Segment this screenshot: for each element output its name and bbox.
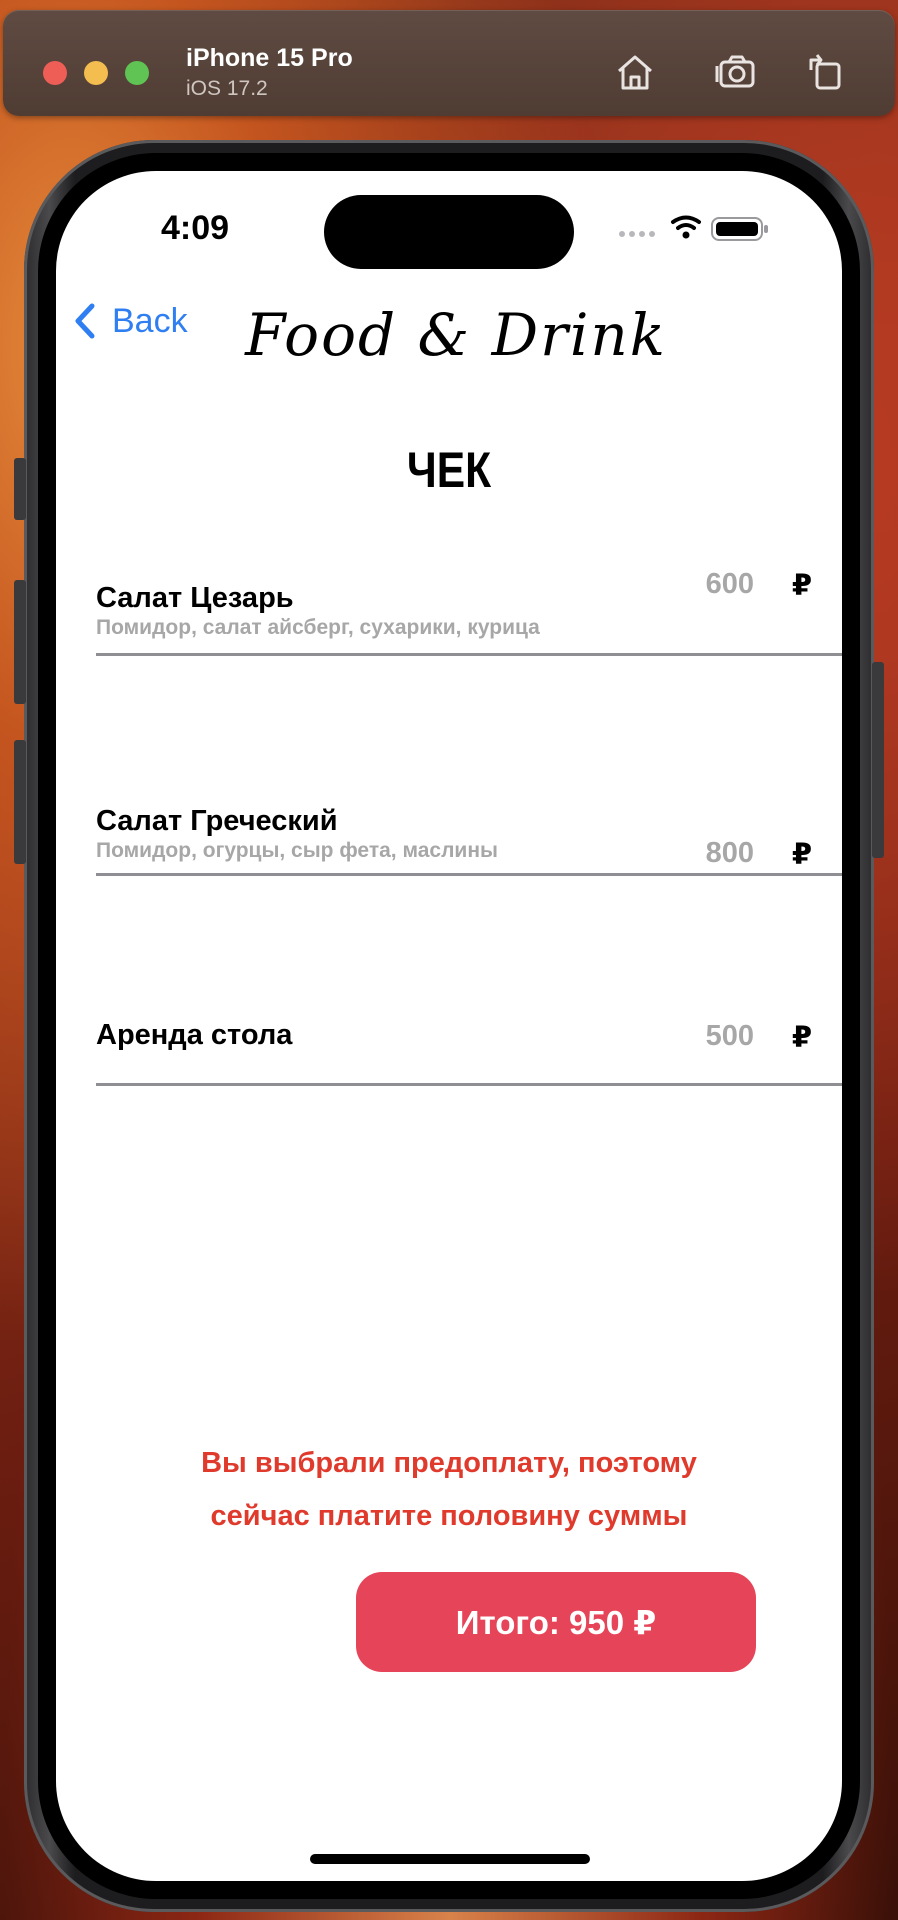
- signal-wifi-battery-icon: [619, 215, 768, 241]
- home-icon[interactable]: [613, 50, 657, 94]
- screenshot-icon[interactable]: [713, 50, 757, 94]
- total-button[interactable]: Итого: 950 ₽: [356, 1572, 756, 1672]
- back-button[interactable]: Back: [72, 301, 188, 341]
- item-price: 600: [705, 568, 754, 600]
- item-currency: ₽: [791, 839, 812, 871]
- item-currency: ₽: [791, 570, 812, 602]
- item-name: Салат Греческий: [96, 805, 338, 837]
- zoom-window-button[interactable]: [125, 61, 149, 85]
- home-indicator[interactable]: [310, 1854, 590, 1864]
- item-price: 500: [705, 1020, 754, 1052]
- device-name: iPhone 15 Pro: [186, 44, 353, 72]
- power-button: [872, 662, 884, 858]
- minimize-window-button[interactable]: [84, 61, 108, 85]
- notice-line-2: сейчас платите половину суммы: [210, 1500, 688, 1532]
- item-name: Аренда стола: [96, 1019, 293, 1051]
- rotate-icon[interactable]: [803, 50, 847, 94]
- chevron-left-icon: [75, 303, 95, 339]
- dynamic-island: [324, 195, 574, 269]
- item-description: Помидор, салат айсберг, сухарики, курица: [96, 616, 540, 639]
- close-window-button[interactable]: [43, 61, 67, 85]
- volume-down-button: [14, 740, 26, 864]
- action-button: [14, 458, 26, 520]
- receipt-item: Аренда стола 500 ₽: [96, 971, 842, 1086]
- prepayment-notice: Вы выбрали предоплату, поэтому сейчас пл…: [136, 1437, 762, 1543]
- app-screen: 4:09 Back Food & Drink ЧЕК Салат Цезарь …: [56, 171, 842, 1881]
- item-currency: ₽: [791, 1022, 812, 1054]
- back-label: Back: [112, 301, 188, 340]
- status-icons: [616, 215, 786, 243]
- status-time: 4:09: [161, 209, 230, 247]
- item-price: 800: [705, 837, 754, 869]
- volume-up-button: [14, 580, 26, 704]
- simulator-toolbar: iPhone 15 Pro iOS 17.2: [3, 10, 895, 116]
- receipt-item: Салат Греческий Помидор, огурцы, сыр фет…: [96, 771, 842, 876]
- notice-line-1: Вы выбрали предоплату, поэтому: [201, 1447, 697, 1479]
- total-label: Итого: 950 ₽: [455, 1603, 657, 1641]
- os-version: iOS 17.2: [186, 77, 268, 100]
- receipt-title: ЧЕК: [406, 442, 492, 498]
- item-name: Салат Цезарь: [96, 582, 294, 614]
- brand-logo: Food & Drink: [245, 301, 667, 369]
- receipt-item: Салат Цезарь Помидор, салат айсберг, сух…: [96, 526, 842, 656]
- item-description: Помидор, огурцы, сыр фета, маслины: [96, 839, 498, 862]
